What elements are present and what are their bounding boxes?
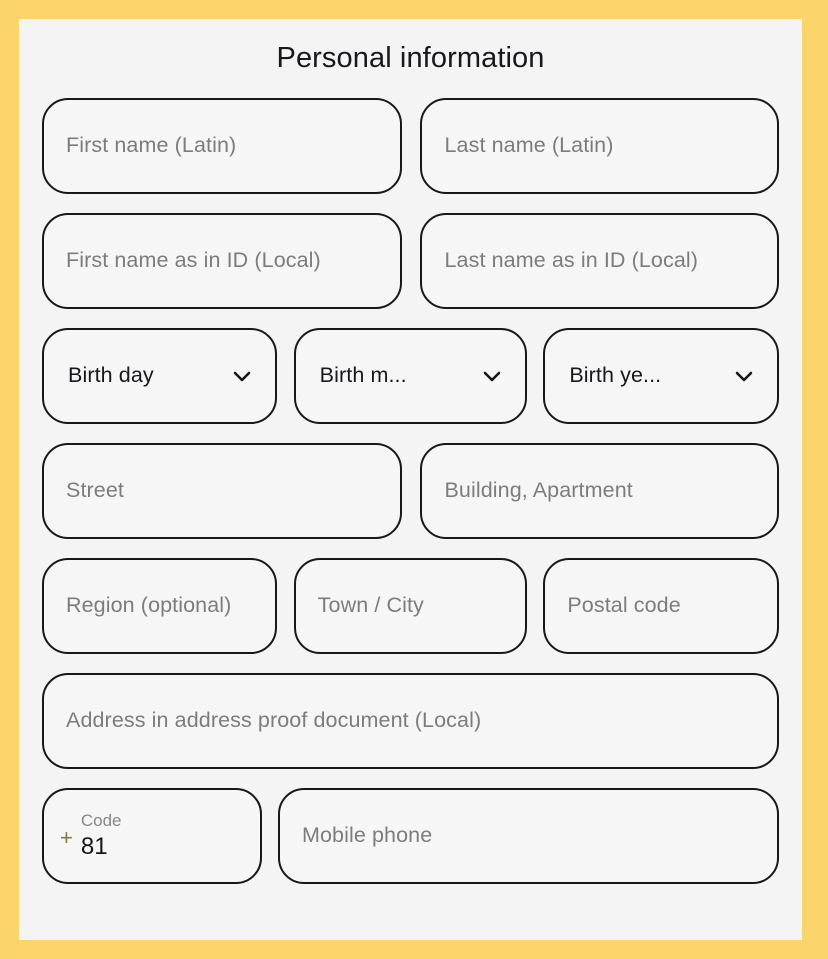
birth-day-label: Birth day (68, 363, 154, 388)
town-city-input[interactable]: Town / City (293, 557, 528, 654)
country-code-value: 81 (80, 833, 108, 861)
row-address-proof: Address in address proof document (Local… (42, 672, 779, 769)
chevron-down-icon (229, 363, 255, 389)
country-code-field[interactable]: + Code 81 (42, 787, 262, 884)
row-names-local: First name as in ID (Local) Last name as… (42, 212, 779, 309)
first-name-id-input[interactable]: First name as in ID (Local) (42, 212, 403, 309)
page-title: Personal information (276, 42, 545, 74)
town-city-placeholder: Town / City (317, 593, 424, 618)
mobile-phone-input[interactable]: Mobile phone (277, 787, 779, 884)
country-code-inner: + Code 81 (60, 811, 244, 861)
chevron-down-icon (479, 363, 505, 389)
street-input[interactable]: Street (42, 442, 403, 539)
form-fields: First name (Latin) Last name (Latin) Fir… (19, 97, 802, 884)
last-name-id-placeholder: Last name as in ID (Local) (444, 248, 699, 273)
birth-day-select[interactable]: Birth day (42, 327, 277, 424)
address-proof-input[interactable]: Address in address proof document (Local… (42, 672, 779, 769)
address-proof-placeholder: Address in address proof document (Local… (66, 708, 482, 733)
country-code-label: Code (80, 810, 122, 830)
chevron-down-icon (731, 363, 757, 389)
row-names-latin: First name (Latin) Last name (Latin) (42, 97, 779, 194)
last-name-latin-input[interactable]: Last name (Latin) (420, 97, 779, 194)
birth-month-label: Birth m... (319, 363, 407, 388)
yellow-frame: Personal information First name (Latin) … (0, 0, 828, 959)
row-street: Street Building, Apartment (42, 442, 779, 539)
first-name-latin-input[interactable]: First name (Latin) (42, 97, 403, 194)
row-phone: + Code 81 Mobile phone (42, 787, 779, 884)
birth-month-select[interactable]: Birth m... (293, 327, 528, 424)
region-placeholder: Region (optional) (66, 593, 232, 618)
plus-icon: + (60, 824, 73, 850)
form-panel: Personal information First name (Latin) … (19, 19, 802, 940)
birth-year-label: Birth ye... (569, 363, 662, 388)
building-apartment-placeholder: Building, Apartment (444, 478, 633, 503)
row-locality: Region (optional) Town / City Postal cod… (42, 557, 779, 654)
mobile-phone-placeholder: Mobile phone (301, 823, 433, 848)
street-placeholder: Street (66, 478, 124, 503)
building-apartment-input[interactable]: Building, Apartment (420, 442, 779, 539)
first-name-latin-placeholder: First name (Latin) (66, 133, 237, 158)
postal-code-input[interactable]: Postal code (543, 557, 779, 654)
last-name-latin-placeholder: Last name (Latin) (444, 133, 614, 158)
last-name-id-input[interactable]: Last name as in ID (Local) (420, 212, 779, 309)
country-code-stack: Code 81 (81, 811, 122, 861)
birth-year-select[interactable]: Birth ye... (543, 327, 779, 424)
region-input[interactable]: Region (optional) (42, 557, 277, 654)
row-birth-date: Birth day Birth m... Birth ye... (42, 327, 779, 424)
postal-code-placeholder: Postal code (567, 593, 681, 618)
first-name-id-placeholder: First name as in ID (Local) (66, 248, 321, 273)
